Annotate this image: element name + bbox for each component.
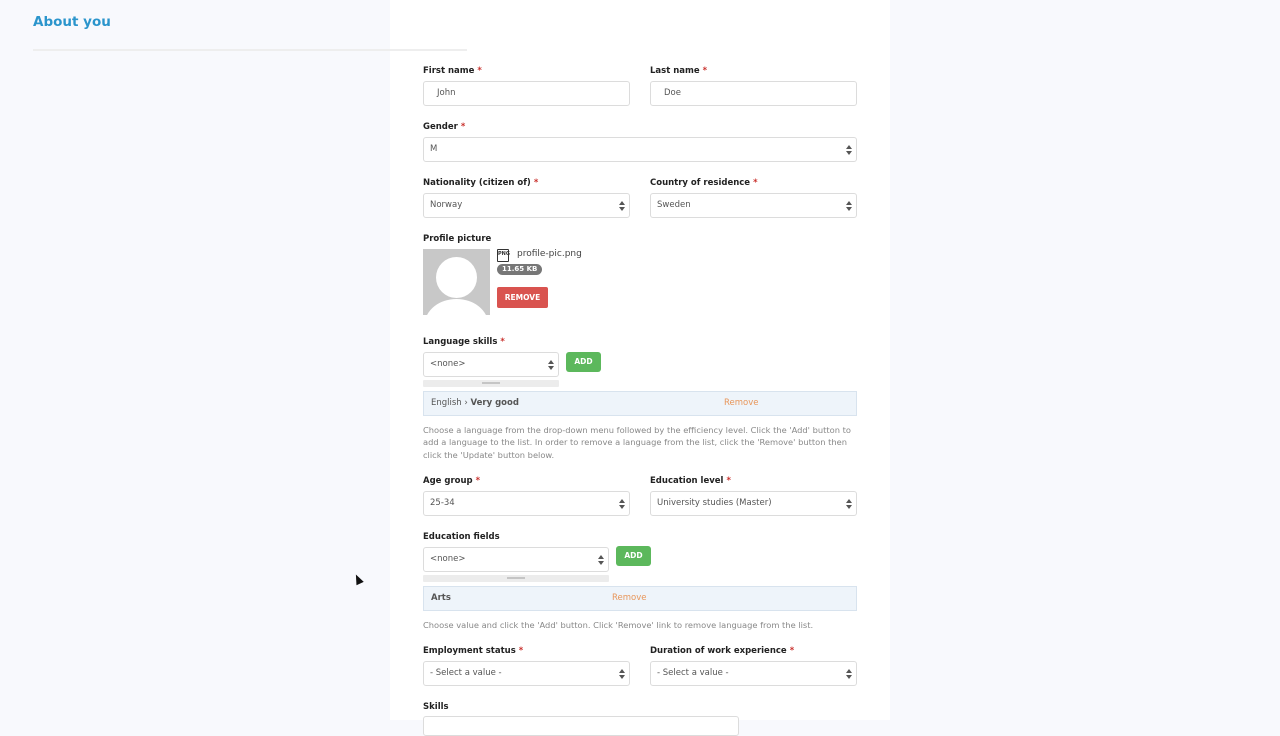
education-level-label: Education level * [650, 476, 731, 486]
select-arrows-icon [548, 360, 554, 370]
last-name-input[interactable]: Doe [650, 81, 857, 106]
employment-status-label: Employment status * [423, 646, 524, 656]
work-experience-select[interactable]: - Select a value - [650, 661, 857, 686]
gender-select[interactable]: M [423, 137, 857, 162]
file-name-link[interactable]: profile-pic.png [517, 249, 582, 259]
select-arrows-icon [619, 499, 625, 509]
select-arrows-icon [598, 555, 604, 565]
mouse-cursor-icon [352, 572, 364, 586]
select-arrows-icon [846, 145, 852, 155]
skills-label: Skills [423, 702, 449, 712]
file-size-badge: 11.65 KB [497, 264, 543, 275]
first-name-input[interactable]: John [423, 81, 630, 106]
country-label: Country of residence * [650, 178, 758, 188]
section-divider [33, 49, 467, 51]
nationality-select[interactable]: Norway [423, 193, 630, 218]
education-fields-scrollbar[interactable] [423, 575, 609, 582]
education-fields-select[interactable]: <none> [423, 547, 609, 572]
language-scrollbar[interactable] [423, 380, 559, 387]
select-arrows-icon [619, 201, 625, 211]
education-fields-label: Education fields [423, 532, 500, 542]
education-fields-help-text: Choose value and click the 'Add' button.… [423, 620, 814, 630]
employment-status-select[interactable]: - Select a value - [423, 661, 630, 686]
language-select[interactable]: <none> [423, 352, 559, 377]
profile-picture-label: Profile picture [423, 234, 492, 244]
language-help-text: Choose a language from the drop-down men… [423, 425, 851, 460]
language-list-item: English › Very good [423, 391, 857, 416]
add-education-field-button[interactable]: ADD [616, 546, 651, 566]
work-experience-label: Duration of work experience * [650, 646, 795, 656]
first-name-label: First name * [423, 66, 482, 76]
skills-input[interactable] [423, 716, 739, 736]
png-file-icon: PNG [497, 249, 510, 262]
country-select[interactable]: Sweden [650, 193, 857, 218]
remove-language-link[interactable]: Remove [724, 398, 759, 408]
last-name-label: Last name * [650, 66, 708, 76]
age-group-select[interactable]: 25-34 [423, 491, 630, 516]
education-level-select[interactable]: University studies (Master) [650, 491, 857, 516]
add-language-button[interactable]: ADD [566, 352, 601, 372]
language-skills-label: Language skills * [423, 337, 505, 347]
select-arrows-icon [846, 499, 852, 509]
avatar-placeholder [423, 249, 490, 315]
nationality-label: Nationality (citizen of) * [423, 178, 539, 188]
section-title: About you [33, 14, 111, 30]
select-arrows-icon [619, 669, 625, 679]
age-group-label: Age group * [423, 476, 481, 486]
select-arrows-icon [846, 669, 852, 679]
remove-education-field-link[interactable]: Remove [612, 593, 647, 603]
select-arrows-icon [846, 201, 852, 211]
gender-label: Gender * [423, 122, 466, 132]
remove-picture-button[interactable]: REMOVE [497, 287, 548, 308]
